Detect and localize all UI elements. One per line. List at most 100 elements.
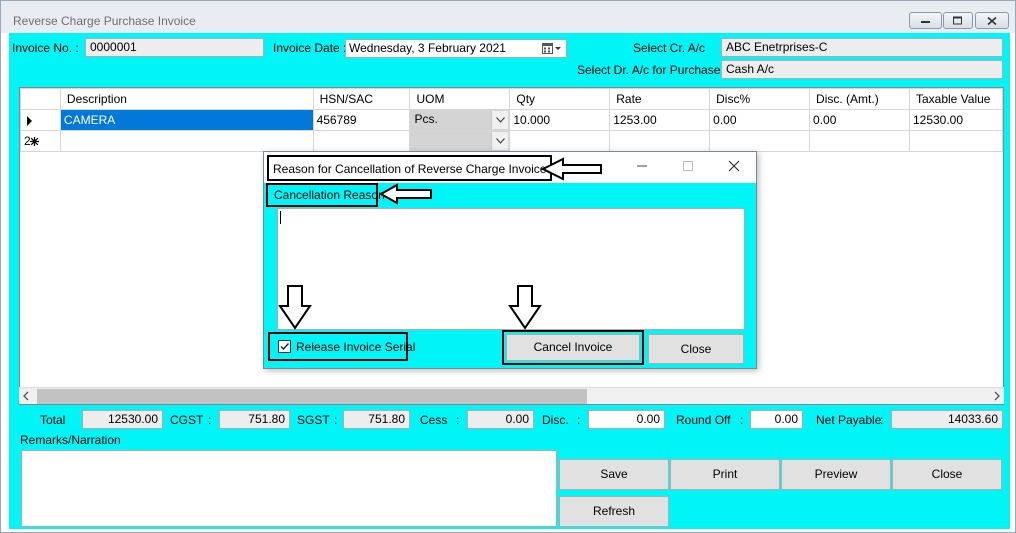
checkmark-icon [280,343,290,351]
chevron-down-icon [496,117,506,123]
new-cell-qty[interactable] [509,130,611,152]
cell-description[interactable]: CAMERA [59,109,314,131]
items-table: Description HSN/SAC UOM Qty Rate Disc% D… [20,88,1004,152]
print-button[interactable]: Print [670,459,780,490]
table-row[interactable]: CAMERA 456789 Pcs. 10.000 1253.00 0.00 0… [20,109,1004,131]
annotation-arrow-left-icon [541,157,602,181]
cess-label: Cess [420,413,448,427]
cgst-colon: : [208,413,212,427]
preview-button[interactable]: Preview [781,459,891,490]
close-button[interactable]: Close [892,459,1002,490]
remarks-label: Remarks/Narration [20,433,121,447]
new-row-asterisk-icon [30,137,39,146]
dialog-minimize-icon[interactable] [636,160,648,172]
cell-hsn[interactable]: 456789 [312,109,411,131]
scrollbar-thumb[interactable] [37,389,587,404]
window-title: Reverse Charge Purchase Invoice [13,14,196,28]
cell-rate[interactable]: 1253.00 [609,109,711,131]
new-cell-taxable[interactable] [908,130,1004,152]
new-cell-description[interactable] [59,130,314,152]
cell-uom[interactable]: Pcs. [409,109,511,131]
uom-dropdown-button[interactable] [491,111,509,129]
chevron-down-icon [496,138,506,144]
remarks-textarea[interactable] [21,450,557,527]
invoice-date-picker[interactable]: Wednesday, 3 February 2021 [345,39,567,58]
cess-field: 0.00 [467,410,534,429]
dialog-title: Reason for Cancellation of Reverse Charg… [267,155,553,181]
row-header-corner [20,88,61,110]
dialog-close-icon[interactable] [728,160,740,172]
window-close-button[interactable] [975,12,1009,29]
new-cell-uom[interactable] [409,130,511,152]
new-cell-hsn[interactable] [312,130,411,152]
close-icon [987,16,997,25]
col-qty[interactable]: Qty [509,88,611,110]
annotation-arrow-down-icon [278,285,312,330]
cancel-invoice-outline: Cancel Invoice [502,330,644,365]
dialog-close-button[interactable]: Close [648,334,744,364]
release-serial-checkbox[interactable] [278,340,291,353]
calendar-icon [542,43,561,54]
cell-taxable[interactable]: 12530.00 [908,109,1004,131]
annotation-arrow-left-icon [379,183,432,205]
maximize-button[interactable] [943,12,973,29]
new-cell-disc-pct[interactable] [709,130,811,152]
select-dr-label: Select Dr. A/c for Purchase [577,63,721,77]
col-disc-pct[interactable]: Disc% [709,88,811,110]
new-cell-rate[interactable] [609,130,711,152]
dialog-title-bar: Reason for Cancellation of Reverse Charg… [264,152,756,183]
disc-label: Disc. [542,413,569,427]
invoice-date-value: Wednesday, 3 February 2021 [349,41,506,55]
cancellation-reason-label: Cancellation Reason [266,183,385,207]
col-hsn[interactable]: HSN/SAC [312,88,411,110]
scroll-right-icon[interactable] [994,391,1000,401]
cancel-invoice-button[interactable]: Cancel Invoice [506,334,640,361]
save-button[interactable]: Save [559,459,669,490]
new-row[interactable]: 2 [20,130,1004,152]
roundoff-field[interactable]: 0.00 [750,410,803,429]
horizontal-scrollbar[interactable] [19,387,1004,404]
cgst-field: 751.80 [219,410,290,429]
cell-qty[interactable]: 10.000 [509,109,611,131]
sgst-label: SGST [297,413,330,427]
new-row-selector[interactable]: 2 [20,130,61,152]
cell-disc-pct[interactable]: 0.00 [709,109,811,131]
scroll-left-icon[interactable] [23,391,29,401]
disc-colon: : [577,413,581,427]
net-payable-colon: : [880,413,884,427]
select-cr-label: Select Cr. A/c [633,41,706,55]
release-serial-checkbox-wrapper[interactable]: Release Invoice Serial [268,332,415,361]
new-uom-dropdown-button[interactable] [491,132,509,150]
main-window: Reverse Charge Purchase Invoice Invoice … [0,0,1016,533]
select-cr-field[interactable]: ABC Enetrprises-C [721,38,1003,57]
current-row-icon [27,116,32,126]
invoice-no-label: Invoice No. : [12,41,79,55]
row-selector[interactable] [20,109,61,131]
total-label: Total [40,413,66,427]
invoice-no-field[interactable]: 0000001 [85,38,264,57]
title-bar: Reverse Charge Purchase Invoice [1,1,1015,33]
roundoff-label: Round Off [676,413,731,427]
col-uom[interactable]: UOM [409,88,511,110]
cancellation-dialog: Reason for Cancellation of Reverse Charg… [263,151,757,369]
col-description[interactable]: Description [59,88,314,110]
disc-field[interactable]: 0.00 [588,410,665,429]
col-rate[interactable]: Rate [609,88,711,110]
sgst-field: 751.80 [343,410,410,429]
release-serial-label: Release Invoice Serial [296,340,416,354]
text-cursor [280,211,281,224]
cell-disc-amt[interactable]: 0.00 [809,109,910,131]
minimize-button[interactable] [909,12,942,29]
minimize-icon [920,20,930,23]
roundoff-colon: : [740,413,744,427]
invoice-date-label: Invoice Date : [273,41,347,55]
new-cell-disc-amt[interactable] [809,130,910,152]
annotation-arrow-down-icon [508,285,542,330]
col-disc-amt[interactable]: Disc. (Amt.) [809,88,910,110]
total-field: 12530.00 [82,410,163,429]
refresh-button[interactable]: Refresh [559,496,669,527]
net-payable-label: Net Payable [816,413,882,427]
uom-value: Pcs. [414,112,438,126]
select-dr-field[interactable]: Cash A/c [721,60,1003,79]
col-taxable[interactable]: Taxable Value [908,88,1004,110]
